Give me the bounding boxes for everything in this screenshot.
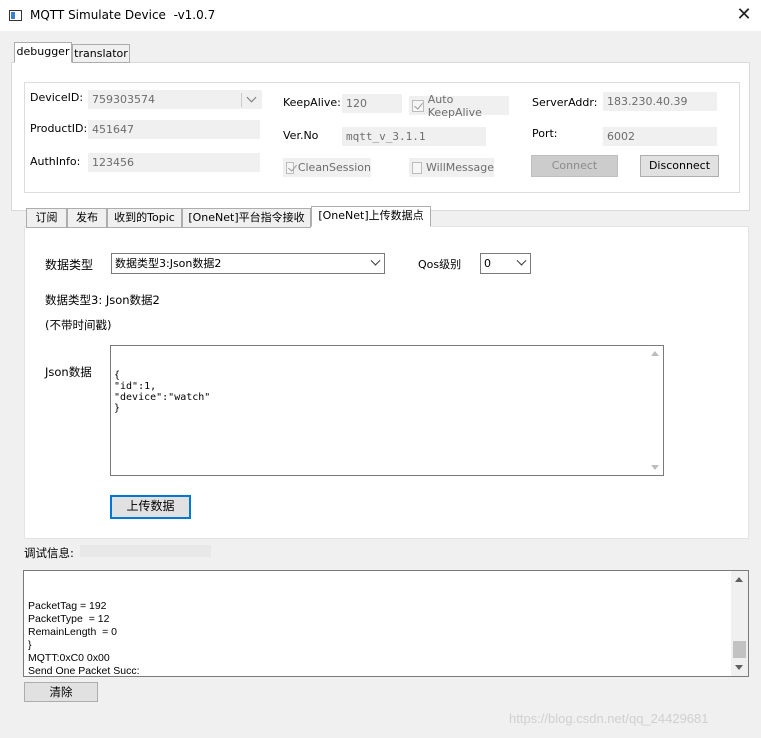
upload-data-button[interactable]: 上传数据 <box>110 495 191 519</box>
port-label: Port: <box>532 127 558 140</box>
qos-label: Qos级别 <box>418 258 462 271</box>
device-id-label: DeviceID: <box>30 91 84 104</box>
tab-subscribe[interactable]: 订阅 <box>26 208 67 228</box>
clean-session-checkbox[interactable]: CleanSession <box>283 158 371 177</box>
version-field[interactable]: mqtt_v_3.1.1 <box>342 127 486 146</box>
chevron-down-icon <box>246 92 257 103</box>
data-type-value: 数据类型3:Json数据2 <box>115 257 222 270</box>
scroll-thumb[interactable] <box>733 641 746 658</box>
json-textarea[interactable]: { "id":1, "device":"watch" } <box>110 345 664 476</box>
debug-info-field <box>80 545 211 557</box>
auth-info-field[interactable]: 123456 <box>88 153 260 172</box>
device-id-value: 759303574 <box>92 93 155 106</box>
checkbox-checked-icon <box>412 99 424 112</box>
checkbox-unchecked-icon <box>412 161 422 174</box>
tab-received-topic[interactable]: 收到的Topic <box>107 208 182 228</box>
version-label: Ver.No <box>283 129 319 142</box>
device-id-combo[interactable]: 759303574 <box>88 90 262 109</box>
tab-publish[interactable]: 发布 <box>67 208 107 228</box>
auto-keepalive-text: Auto KeepAlive <box>427 92 482 119</box>
data-type-note: (不带时间戳) <box>45 318 112 332</box>
keepalive-field[interactable]: 120 <box>342 94 402 113</box>
keepalive-label: KeepAlive: <box>283 96 341 109</box>
scroll-up-icon[interactable] <box>651 351 659 356</box>
port-field[interactable]: 6002 <box>603 127 717 146</box>
connect-button[interactable]: Connect <box>531 155 618 177</box>
clean-session-text: CleanSession <box>297 161 371 174</box>
data-type-label: 数据类型 <box>45 258 94 272</box>
checkbox-checked-icon <box>286 161 294 174</box>
debug-info-label: 调试信息: <box>24 546 74 560</box>
scroll-down-icon[interactable] <box>735 665 743 670</box>
server-addr-label: ServerAddr: <box>532 96 598 109</box>
debug-log[interactable]: PacketTag = 192 PacketType = 12 RemainLe… <box>23 570 749 677</box>
tab-onenet-command[interactable]: [OneNet]平台指令接收 <box>182 208 311 228</box>
tab-debugger[interactable]: debugger <box>14 42 72 63</box>
combo-divider <box>241 93 242 107</box>
debug-log-scrollbar[interactable] <box>731 571 748 676</box>
will-message-checkbox[interactable]: WillMessage <box>409 158 494 177</box>
auto-keepalive-checkbox[interactable]: Auto KeepAlive <box>409 93 509 119</box>
will-message-text: WillMessage <box>425 161 494 174</box>
debug-log-content: PacketTag = 192 PacketType = 12 RemainLe… <box>28 600 140 677</box>
disconnect-button[interactable]: Disconnect <box>640 155 719 177</box>
tab-onenet-upload[interactable]: [OneNet]上传数据点 <box>311 206 431 227</box>
watermark: https://blog.csdn.net/qq_24429681 <box>509 711 709 726</box>
json-label: Json数据 <box>45 365 92 379</box>
json-content: { "id":1, "device":"watch" } <box>114 370 211 414</box>
product-id-label: ProductID: <box>30 122 88 135</box>
close-icon[interactable]: ✕ <box>733 5 755 25</box>
server-addr-field[interactable]: 183.230.40.39 <box>603 92 717 111</box>
chevron-down-icon <box>516 255 527 266</box>
data-type-select[interactable]: 数据类型3:Json数据2 <box>111 253 385 274</box>
data-type-description: 数据类型3: Json数据2 <box>45 293 160 307</box>
qos-select[interactable]: 0 <box>480 253 531 274</box>
chevron-down-icon <box>370 255 381 266</box>
tab-translator[interactable]: translator <box>72 44 130 63</box>
scroll-down-icon[interactable] <box>651 465 659 470</box>
scroll-up-icon[interactable] <box>735 577 743 582</box>
window-title: MQTT Simulate Device -v1.0.7 <box>30 8 216 22</box>
clear-button[interactable]: 清除 <box>24 682 98 702</box>
auth-info-label: AuthInfo: <box>30 155 81 168</box>
qos-value: 0 <box>484 257 491 270</box>
product-id-field[interactable]: 451647 <box>88 120 260 139</box>
app-icon <box>9 10 22 21</box>
json-scrollbar[interactable] <box>647 346 663 475</box>
